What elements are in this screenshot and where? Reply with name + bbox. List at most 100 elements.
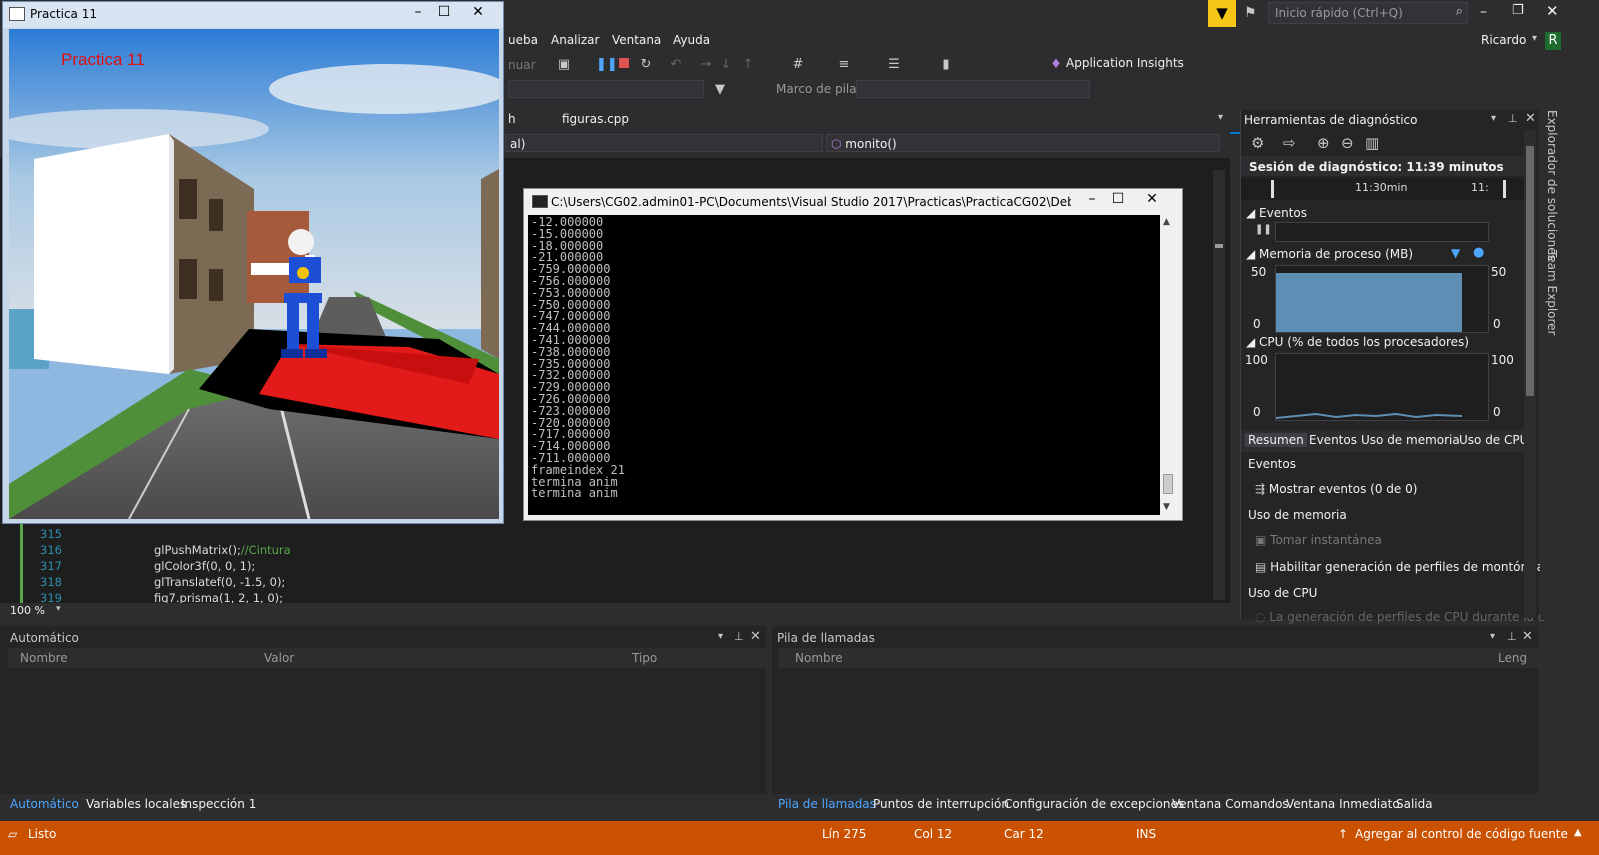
tab-call-stack[interactable]: Pila de llamadas: [778, 797, 876, 811]
reset-zoom-icon[interactable]: ▥: [1365, 134, 1379, 152]
tab-memory-usage[interactable]: Uso de memoria: [1361, 433, 1460, 447]
avatar[interactable]: R: [1545, 32, 1561, 50]
events-track[interactable]: [1275, 222, 1489, 242]
column-language[interactable]: Leng: [1498, 651, 1527, 665]
menu-help[interactable]: Ayuda: [673, 33, 710, 47]
pin-icon[interactable]: ⊥: [1507, 630, 1517, 643]
console-window[interactable]: C:\Users\CG02.admin01-PC\Documents\Visua…: [523, 188, 1183, 521]
step-into-icon[interactable]: ↓: [718, 57, 734, 73]
opengl-viewport[interactable]: Practica 11: [9, 29, 499, 519]
chevron-down-icon[interactable]: ▾: [1532, 33, 1537, 44]
maximize-button[interactable]: ☐: [427, 2, 461, 24]
bookmark-icon[interactable]: ▮: [938, 57, 954, 73]
pin-icon[interactable]: ⊥: [734, 630, 744, 643]
tab-immediate-window[interactable]: Ventana Inmediato: [1286, 797, 1400, 811]
column-name[interactable]: Nombre: [20, 651, 68, 665]
scope-dropdown[interactable]: al): [505, 134, 823, 152]
editor-scrollbar[interactable]: [1213, 170, 1225, 600]
upload-icon[interactable]: ↑: [1338, 827, 1348, 841]
zoom-level[interactable]: 100 %: [10, 604, 45, 617]
column-type[interactable]: Tipo: [632, 651, 657, 665]
menu-window[interactable]: Ventana: [612, 33, 661, 47]
cpu-section-label[interactable]: ◢ CPU (% de todos los procesadores): [1246, 335, 1469, 349]
source-control-button[interactable]: Agregar al control de código fuente: [1355, 827, 1568, 841]
pause-icon[interactable]: ❚❚: [1255, 224, 1272, 235]
menu-debug[interactable]: ueba: [508, 33, 538, 47]
step-out-icon[interactable]: ↑: [740, 57, 756, 73]
tab-figuras-cpp[interactable]: figuras.cpp: [562, 112, 629, 126]
step-over-icon[interactable]: →: [698, 57, 714, 73]
zoom-in-icon[interactable]: ⊕: [1317, 134, 1330, 152]
filter-icon[interactable]: ▼: [712, 82, 728, 98]
pin-icon[interactable]: ⊥: [1508, 112, 1518, 125]
console-scrollbar[interactable]: ▲ ▼: [1160, 215, 1176, 515]
notifications-icon[interactable]: ⚑: [1244, 5, 1262, 23]
thread-dropdown[interactable]: [508, 80, 704, 98]
tab-partial[interactable]: h: [508, 112, 516, 126]
chevron-down-icon[interactable]: ▾: [1491, 113, 1496, 124]
close-button[interactable]: ✕: [1135, 189, 1169, 211]
close-button[interactable]: ✕: [1546, 2, 1559, 20]
memory-graph[interactable]: [1275, 265, 1489, 333]
hex-icon[interactable]: #: [790, 57, 806, 73]
menu-analyze[interactable]: Analizar: [551, 33, 599, 47]
tab-command-window[interactable]: Ventana Comandos: [1172, 797, 1289, 811]
member-dropdown[interactable]: ⬡ monito(): [826, 134, 1220, 152]
stop-icon[interactable]: [616, 57, 632, 73]
tab-overflow-icon[interactable]: ▾: [1218, 112, 1223, 123]
lightbulb-icon[interactable]: ♦: [1048, 57, 1064, 73]
pause-icon[interactable]: ❚❚: [596, 57, 618, 73]
diag-scrollbar[interactable]: [1524, 130, 1536, 618]
restart-icon[interactable]: ↻: [638, 57, 654, 73]
thread-icon[interactable]: ≡: [836, 57, 852, 73]
tab-output[interactable]: Salida: [1396, 797, 1433, 811]
export-icon[interactable]: ⇨: [1283, 134, 1296, 152]
practica-window[interactable]: Practica 11 – ☐ ✕ Practica 11: [2, 1, 504, 524]
tab-breakpoints[interactable]: Puntos de interrupción: [873, 797, 1009, 811]
close-icon[interactable]: ✕: [1525, 111, 1536, 126]
chevron-up-icon[interactable]: ▲: [1163, 217, 1170, 227]
quick-launch-input[interactable]: Inicio rápido (Ctrl+Q) ⌕: [1268, 2, 1468, 24]
chevron-up-icon[interactable]: ▲: [1574, 827, 1582, 838]
column-value[interactable]: Valor: [264, 651, 294, 665]
minimize-button[interactable]: –: [1480, 4, 1487, 20]
tab-exception-settings[interactable]: Configuración de excepciones: [1004, 797, 1184, 811]
tab-watch-1[interactable]: Inspección 1: [181, 797, 256, 811]
tab-events[interactable]: Eventos: [1309, 433, 1357, 447]
events-section-label[interactable]: ◢ Eventos: [1246, 206, 1307, 220]
close-button[interactable]: ✕: [461, 2, 495, 24]
heap-profiling-button[interactable]: ▤ Habilitar generación de perfiles de mo…: [1255, 560, 1544, 574]
process-icon[interactable]: ▣: [556, 57, 572, 73]
solution-explorer-tab[interactable]: Explorador de soluciones: [1545, 110, 1559, 261]
maximize-button[interactable]: ☐: [1101, 189, 1135, 211]
close-icon[interactable]: ✕: [750, 629, 761, 644]
tab-summary[interactable]: Resumen: [1245, 433, 1307, 447]
memory-section-label[interactable]: ◢ Memoria de proceso (MB): [1246, 247, 1413, 261]
restore-button[interactable]: ❐: [1512, 3, 1524, 18]
cpu-graph[interactable]: [1275, 353, 1489, 421]
tab-cpu-usage[interactable]: Uso de CPU: [1459, 433, 1528, 447]
chevron-down-icon[interactable]: ▼: [1163, 502, 1170, 512]
application-insights-button[interactable]: Application Insights: [1066, 56, 1184, 70]
tab-autos[interactable]: Automático: [10, 797, 79, 811]
show-events-link[interactable]: ⇶ Mostrar eventos (0 de 0): [1255, 482, 1417, 496]
tab-locals[interactable]: Variables locales: [86, 797, 186, 811]
align-icon[interactable]: ☰: [886, 57, 902, 73]
practica-title-bar[interactable]: Practica 11 – ☐ ✕: [3, 2, 503, 28]
close-icon[interactable]: ✕: [1522, 629, 1533, 644]
console-output[interactable]: -12.000000 -15.000000 -18.000000 -21.000000…: [528, 215, 1160, 515]
timeline[interactable]: 11:30min 11:: [1241, 178, 1526, 200]
chevron-down-icon[interactable]: ▾: [1490, 631, 1495, 642]
team-explorer-tab[interactable]: Team Explorer: [1545, 250, 1559, 336]
continue-button-label[interactable]: nuar: [508, 58, 536, 72]
chevron-down-icon[interactable]: ▾: [56, 604, 61, 614]
zoom-out-icon[interactable]: ⊖: [1341, 134, 1354, 152]
chevron-down-icon[interactable]: ▾: [718, 631, 723, 642]
column-name[interactable]: Nombre: [795, 651, 843, 665]
take-snapshot-button[interactable]: ▣ Tomar instantánea: [1255, 533, 1382, 547]
show-next-icon[interactable]: ↶: [668, 57, 684, 73]
gear-icon[interactable]: ⚙: [1251, 134, 1264, 152]
stack-frame-dropdown[interactable]: [856, 80, 1090, 98]
filter-badge[interactable]: ▼: [1208, 0, 1236, 27]
user-name[interactable]: Ricardo: [1481, 33, 1526, 47]
